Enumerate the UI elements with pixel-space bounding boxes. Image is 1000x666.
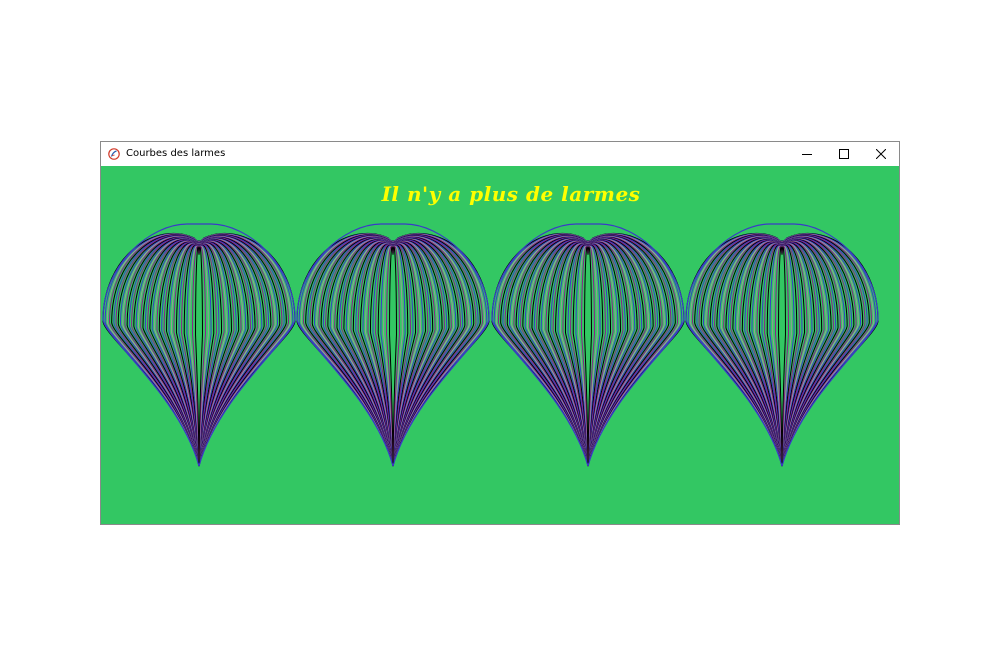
maximize-button[interactable] <box>825 142 862 166</box>
drawing-canvas: Il n'y a plus de larmes <box>101 166 899 524</box>
tear-drop <box>491 223 685 467</box>
title-bar[interactable]: Courbes des larmes <box>101 142 899 166</box>
minimize-icon <box>801 154 812 155</box>
tear-drop <box>296 223 490 467</box>
close-icon <box>875 149 886 159</box>
minimize-button[interactable] <box>788 142 825 166</box>
window-title: Courbes des larmes <box>126 148 226 159</box>
app-window: Courbes des larmes Il n'y a plus de larm… <box>100 141 900 525</box>
tear-curves-drawing <box>102 223 879 467</box>
close-button[interactable] <box>862 142 899 166</box>
canvas-caption: Il n'y a plus de larmes <box>381 182 641 206</box>
tk-feather-icon <box>108 148 120 160</box>
tear-drop <box>685 223 879 467</box>
maximize-icon <box>838 149 849 159</box>
tear-drop <box>102 223 296 467</box>
